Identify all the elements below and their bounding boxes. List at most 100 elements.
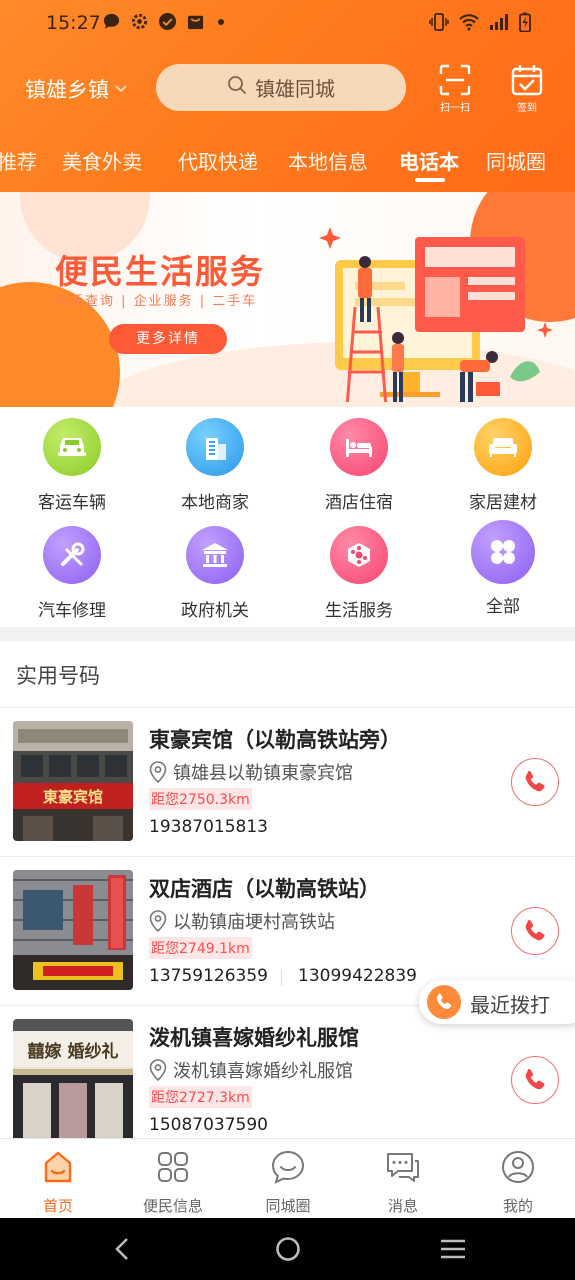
- category-label: 生活服务: [325, 601, 393, 621]
- nav-profile[interactable]: 我的: [468, 1149, 568, 1216]
- battery-charging-icon: [519, 12, 531, 36]
- nav-convenience-info[interactable]: 便民信息: [123, 1149, 223, 1216]
- car-icon: [43, 418, 101, 476]
- listing-address-text: 镇雄县以勒镇東豪宾馆: [173, 763, 353, 784]
- nav-home[interactable]: 首页: [8, 1149, 108, 1216]
- banner-illustration: [319, 227, 553, 402]
- system-nav-bar: [0, 1218, 575, 1280]
- location-pin-icon: [149, 761, 167, 783]
- listing-address-text: 泼机镇喜嫁婚纱礼服馆: [173, 1061, 353, 1082]
- category-label: 家居建材: [469, 493, 537, 513]
- search-icon: [227, 75, 247, 100]
- smile-chat-icon: [270, 1149, 306, 1185]
- location-pin-icon: [149, 910, 167, 932]
- all-grid-icon: [471, 520, 535, 584]
- banner-details-button[interactable]: 更多详情: [109, 324, 227, 354]
- category-life-services[interactable]: 生活服务: [309, 526, 409, 621]
- listing-phone[interactable]: 13759126359: [149, 966, 268, 986]
- listing-phone[interactable]: 15087037590: [149, 1115, 268, 1135]
- category-local-merchants[interactable]: 本地商家: [165, 418, 265, 513]
- checkin-button[interactable]: 签到: [504, 64, 550, 114]
- banner-subtitle: 电话查询 | 企业服务 | 二手车: [55, 294, 258, 309]
- recent-calls-button[interactable]: 最近拨打: [419, 980, 575, 1024]
- status-notification-icons: [102, 12, 224, 31]
- category-label: 酒店住宿: [325, 493, 393, 513]
- home-circle-icon[interactable]: [275, 1236, 301, 1262]
- recents-menu-icon[interactable]: [440, 1236, 466, 1262]
- profile-icon: [500, 1149, 536, 1185]
- section-divider: [0, 627, 575, 641]
- location-selector[interactable]: 镇雄乡镇: [25, 74, 127, 104]
- building-icon: [186, 418, 244, 476]
- call-button[interactable]: [511, 907, 559, 955]
- listing-address: 以勒镇庙埂村高铁站: [149, 908, 335, 934]
- category-government[interactable]: 政府机关: [165, 526, 265, 621]
- nav-city-circle[interactable]: 同城圈: [238, 1149, 338, 1216]
- service-cube-icon: [330, 526, 388, 584]
- listing-photo: [13, 870, 133, 990]
- category-auto-repair[interactable]: 汽车修理: [22, 526, 122, 621]
- category-label: 本地商家: [181, 493, 249, 513]
- category-all[interactable]: 全部: [453, 520, 553, 617]
- phone-icon: [525, 1069, 545, 1090]
- sofa-icon: [474, 418, 532, 476]
- tab-express-pickup[interactable]: 代取快递: [178, 146, 258, 175]
- listing-address: 镇雄县以勒镇東豪宾馆: [149, 759, 353, 785]
- nav-label: 我的: [502, 1197, 533, 1215]
- listing-name: 双店酒店（以勒高铁站）: [149, 877, 380, 901]
- checkin-label: 签到: [517, 103, 537, 114]
- government-icon: [186, 526, 244, 584]
- listing-phone[interactable]: 19387015813: [149, 817, 268, 837]
- nav-label: 同城圈: [265, 1197, 311, 1215]
- list-item[interactable]: 東豪宾馆 東豪宾馆（以勒高铁站旁） 镇雄县以勒镇東豪宾馆 距您2750.3km …: [0, 707, 575, 856]
- tab-recommend[interactable]: 推荐: [0, 146, 37, 175]
- category-home-building-materials[interactable]: 家居建材: [453, 418, 553, 513]
- check-circle-icon: [158, 12, 177, 31]
- category-label: 全部: [486, 597, 520, 617]
- chevron-down-icon: [115, 82, 127, 96]
- bottom-nav: 首页 便民信息 同城圈 消息 我的: [0, 1138, 575, 1218]
- call-button[interactable]: [511, 1056, 559, 1104]
- phone-icon: [525, 771, 545, 792]
- active-tab-indicator: [415, 178, 445, 182]
- tab-local-info[interactable]: 本地信息: [288, 146, 368, 175]
- status-system-icons: [429, 12, 531, 36]
- banner-title: 便民生活服务: [55, 252, 265, 291]
- wrench-icon: [43, 526, 101, 584]
- category-passenger-vehicles[interactable]: 客运车辆: [22, 418, 122, 513]
- call-button[interactable]: [511, 758, 559, 806]
- category-label: 政府机关: [181, 601, 249, 621]
- bag-icon: [186, 12, 205, 31]
- calendar-check-icon: [511, 65, 543, 96]
- scan-button[interactable]: 扫一扫: [432, 64, 478, 114]
- search-input[interactable]: 镇雄同城: [156, 64, 406, 111]
- phone-separator: [281, 970, 282, 986]
- wifi-icon: [459, 13, 479, 35]
- tab-food-delivery[interactable]: 美食外卖: [62, 146, 142, 175]
- home-icon: [40, 1149, 76, 1185]
- signal-icon: [489, 13, 509, 35]
- nav-messages[interactable]: 消息: [353, 1149, 453, 1216]
- message-icon: [385, 1149, 421, 1185]
- chat-bubble-icon: [102, 12, 121, 31]
- listing-address-text: 以勒镇庙埂村高铁站: [173, 912, 335, 933]
- location-label: 镇雄乡镇: [25, 78, 109, 102]
- tab-city-circle[interactable]: 同城圈: [486, 146, 546, 175]
- category-hotels[interactable]: 酒店住宿: [309, 418, 409, 513]
- location-pin-icon: [149, 1059, 167, 1081]
- listing-phone-secondary[interactable]: 13099422839: [298, 966, 417, 986]
- header: 15:27 镇雄乡镇 镇雄同城 扫一扫 签到 推荐 美食外卖 代取快递 本地信息…: [0, 0, 575, 192]
- list-item[interactable]: 囍嫁 婚纱礼 泼机镇喜嫁婚纱礼服馆 泼机镇喜嫁婚纱礼服馆 距您2727.3km …: [0, 1005, 575, 1154]
- gear-icon: [130, 12, 149, 31]
- listing-photo: 東豪宾馆: [13, 721, 133, 841]
- category-tabs: 推荐 美食外卖 代取快递 本地信息 电话本 同城圈: [0, 140, 575, 186]
- recent-calls-label: 最近拨打: [470, 993, 550, 1017]
- category-label: 汽车修理: [38, 601, 106, 621]
- back-icon[interactable]: [112, 1236, 132, 1262]
- category-label: 客运车辆: [38, 493, 106, 513]
- status-time: 15:27: [46, 12, 101, 34]
- nav-label: 便民信息: [142, 1197, 203, 1215]
- phone-icon: [427, 985, 461, 1019]
- tab-phonebook[interactable]: 电话本: [399, 146, 459, 175]
- svg-text:東豪宾馆: 東豪宾馆: [43, 788, 103, 806]
